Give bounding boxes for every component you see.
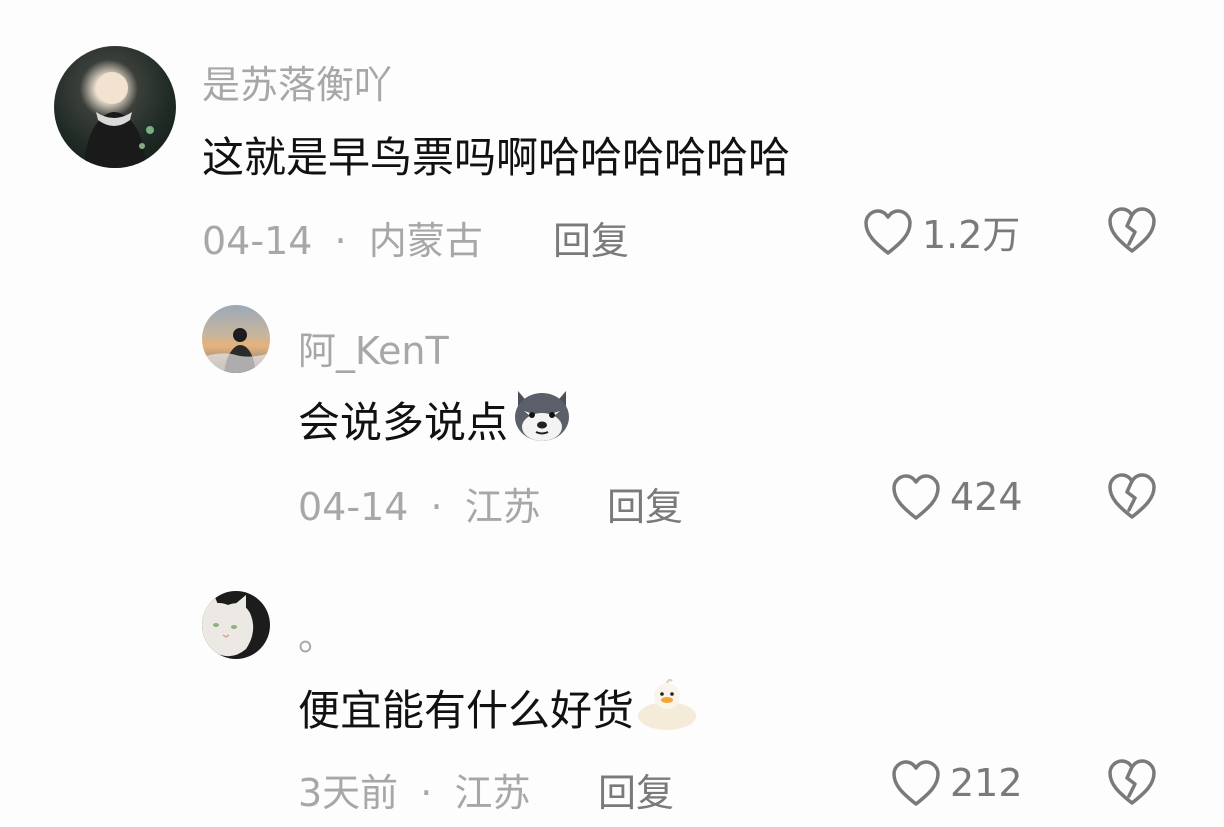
comment-username[interactable]: 。 [298, 606, 336, 661]
like-button[interactable]: 1.2万 [862, 204, 1020, 259]
comment-text-content: 便宜能有什么好货 [298, 685, 635, 735]
heart-outline-icon [892, 760, 940, 806]
comment-location: 江苏 [454, 771, 531, 815]
broken-heart-icon [1108, 759, 1156, 805]
comment-text-content: 会说多说点 [298, 397, 509, 447]
comment-location: 江苏 [464, 485, 541, 529]
broken-heart-icon [1108, 473, 1156, 519]
dislike-button[interactable] [1105, 204, 1159, 260]
dislike-button[interactable] [1105, 470, 1159, 526]
meta-separator: · [430, 485, 443, 529]
avatar[interactable] [54, 46, 176, 168]
comment-username[interactable]: 是苏落衡吖 [202, 54, 392, 109]
like-count: 1.2万 [922, 213, 1021, 257]
comment-location: 内蒙古 [368, 219, 483, 263]
meta-separator: · [420, 771, 433, 815]
reply-button[interactable]: 回复 [553, 210, 629, 265]
comment-text: 会说多说点 [298, 385, 574, 453]
comment-username[interactable]: 阿_KenT [298, 320, 449, 375]
comment-date: 04-14 [202, 219, 313, 263]
like-button[interactable]: 212 [890, 758, 1023, 808]
comment-meta: 3天前 · 江苏 [298, 762, 530, 817]
broken-heart-icon [1108, 207, 1156, 253]
duck-emoji [636, 674, 698, 740]
husky-emoji [510, 385, 574, 453]
comment-meta: 04-14 · 江苏 [298, 476, 541, 531]
comment-text: 便宜能有什么好货 [298, 674, 698, 740]
meta-separator: · [334, 219, 347, 263]
heart-outline-icon [864, 208, 912, 255]
like-count: 424 [950, 475, 1023, 519]
like-count: 212 [950, 761, 1023, 805]
comment-date: 04-14 [298, 485, 409, 529]
comment-text-content: 这就是早鸟票吗啊哈哈哈哈哈哈 [202, 133, 791, 182]
like-button[interactable]: 424 [890, 472, 1023, 522]
dislike-button[interactable] [1105, 756, 1159, 812]
avatar[interactable] [202, 591, 270, 659]
comment-text: 这就是早鸟票吗啊哈哈哈哈哈哈 [202, 124, 790, 185]
avatar[interactable] [202, 305, 270, 373]
comment-date: 3天前 [298, 771, 399, 815]
reply-button[interactable]: 回复 [607, 476, 683, 531]
heart-outline-icon [892, 474, 940, 520]
comment-meta: 04-14 · 内蒙古 [202, 210, 483, 265]
reply-button[interactable]: 回复 [598, 762, 674, 817]
